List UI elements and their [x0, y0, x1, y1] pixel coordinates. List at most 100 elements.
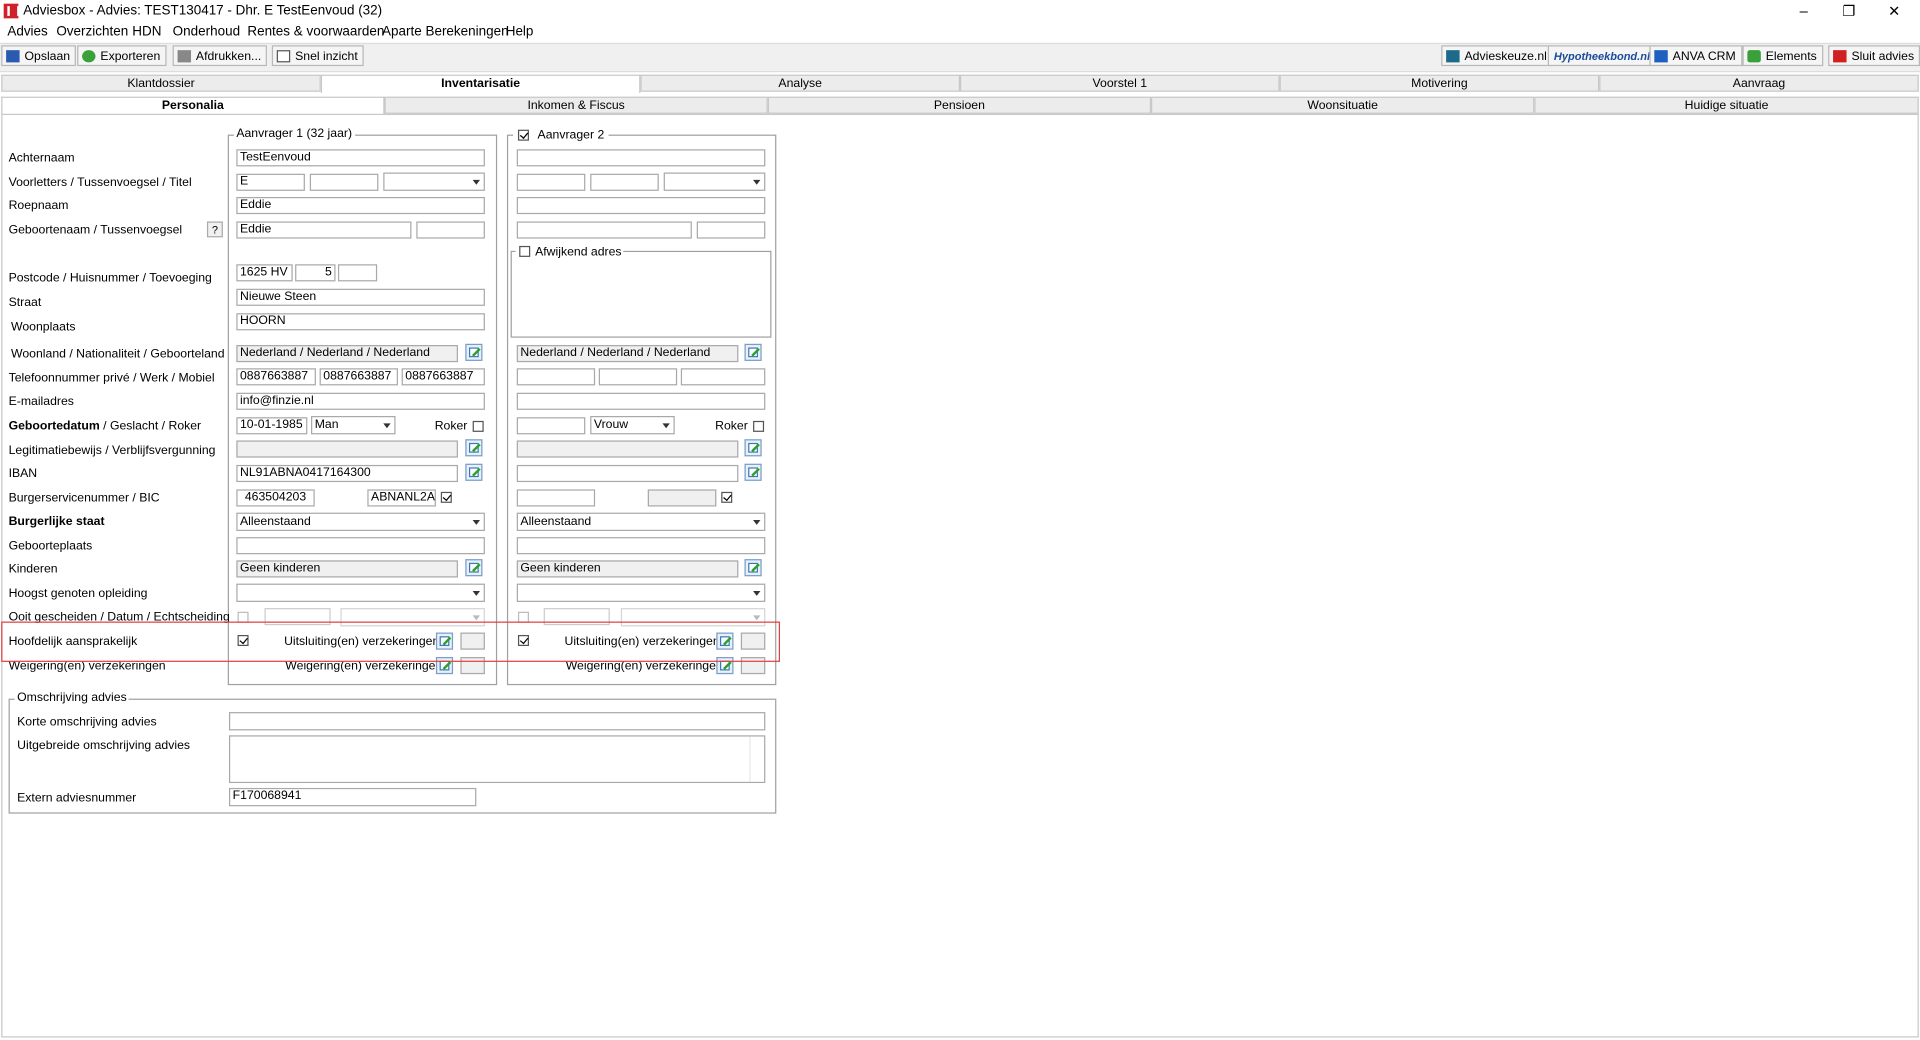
a1-iban-edit-icon[interactable]	[465, 463, 483, 481]
label-burgerlijke-staat: Burgerlijke staat	[8, 515, 105, 529]
menu-overzichten[interactable]: Overzichten	[56, 24, 128, 39]
a1-geboortedatum-input[interactable]: 10-01-1985	[236, 417, 308, 435]
a2-email-input[interactable]	[516, 392, 766, 410]
a1-opleiding-select[interactable]	[236, 583, 485, 602]
menu-advies[interactable]: Advies	[7, 24, 47, 39]
subtab-inkomen-fiscus[interactable]: Inkomen & Fiscus	[384, 96, 768, 114]
anva-crm-button[interactable]: ANVA CRM	[1649, 45, 1742, 67]
advieskeuze-button[interactable]: Advieskeuze.nl	[1441, 45, 1553, 67]
a2-geboortedatum-input[interactable]	[516, 417, 586, 435]
export-button[interactable]: Exporteren	[77, 45, 167, 67]
snel-inzicht-button[interactable]: Snel inzicht	[271, 45, 364, 67]
textarea-scrollbar[interactable]	[749, 736, 764, 782]
a1-straat-input[interactable]: Nieuwe Steen	[236, 288, 485, 306]
a2-tussenvoegsel-input[interactable]	[590, 173, 659, 191]
tab-inventarisatie[interactable]: Inventarisatie	[320, 74, 641, 93]
tab-analyse[interactable]: Analyse	[640, 74, 961, 92]
a2-tel-mobiel-input[interactable]	[680, 368, 766, 386]
restore-button[interactable]: ❐	[1831, 2, 1868, 19]
a1-roker-checkbox[interactable]	[472, 420, 484, 432]
korte-omschrijving-input[interactable]	[228, 712, 766, 731]
a1-geboortenaam-input[interactable]: Eddie	[236, 221, 412, 239]
a1-burgerlijke-staat-select[interactable]: Alleenstaand	[236, 512, 485, 531]
a1-kinderen-edit-icon[interactable]	[465, 559, 483, 577]
a1-iban-input[interactable]: NL91ABNA0417164300	[236, 464, 458, 483]
menu-rentes[interactable]: Rentes & voorwaarden	[247, 24, 384, 39]
a1-postcode-input[interactable]: 1625 HV	[236, 264, 293, 282]
a2-tel-werk-input[interactable]	[598, 368, 678, 386]
subtab-pensioen[interactable]: Pensioen	[767, 96, 1152, 114]
a2-iban-edit-icon[interactable]	[744, 463, 762, 481]
a1-geboorteplaats-input[interactable]	[236, 537, 485, 555]
a2-opleiding-select[interactable]	[516, 583, 766, 602]
a1-geslacht-select[interactable]: Man	[311, 415, 396, 435]
geboortenaam-help-button[interactable]: ?	[206, 221, 223, 238]
a2-kinderen-edit-icon[interactable]	[744, 559, 762, 577]
extern-adviesnummer-input[interactable]: F170068941	[228, 787, 477, 807]
a1-achternaam-input[interactable]: TestEenvoud	[236, 149, 485, 167]
elements-button[interactable]: Elements	[1742, 45, 1823, 67]
print-button[interactable]: Afdrukken...	[172, 45, 268, 67]
tab-motivering[interactable]: Motivering	[1279, 74, 1600, 92]
subtab-personalia[interactable]: Personalia	[1, 96, 385, 116]
a1-bic-input[interactable]: ABNANL2A	[367, 489, 436, 507]
a2-woonland-field: Nederland / Nederland / Nederland	[516, 345, 739, 363]
menu-onderhoud[interactable]: Onderhoud	[173, 24, 240, 39]
a2-legitimatie-edit-icon[interactable]	[744, 439, 762, 457]
aanvrager-2-checkbox[interactable]	[517, 129, 529, 141]
tab-voorstel-1[interactable]: Voorstel 1	[960, 74, 1280, 92]
a1-bsn-input[interactable]: 463504203	[236, 489, 315, 507]
a2-geboortenaam-input[interactable]	[516, 221, 692, 239]
a2-achternaam-input[interactable]	[516, 149, 766, 167]
a2-tel-prive-input[interactable]	[516, 368, 596, 386]
a1-legitimatie-edit-icon[interactable]	[465, 439, 483, 457]
anva-icon	[1654, 50, 1668, 63]
menu-aparte-berekeningen[interactable]: Aparte Berekeningen	[382, 24, 509, 39]
label-korte-omschrijving: Korte omschrijving advies	[17, 715, 157, 730]
a2-roepnaam-input[interactable]	[516, 196, 766, 215]
aanvrager-2-label: Aanvrager 2	[537, 128, 605, 142]
label-opleiding: Hoogst genoten opleiding	[8, 587, 148, 601]
a2-burgerlijke-staat-select[interactable]: Alleenstaand	[516, 512, 766, 531]
a2-geboorteplaats-input[interactable]	[516, 537, 766, 555]
tab-klantdossier[interactable]: Klantdossier	[1, 74, 321, 92]
hypotheekbond-button[interactable]: Hypotheekbond.nl	[1547, 45, 1657, 67]
a1-woonland-edit-icon[interactable]	[465, 343, 483, 361]
subtab-huidige-situatie[interactable]: Huidige situatie	[1534, 96, 1919, 114]
a1-geboortenaam-tussenvoegsel-input[interactable]	[416, 221, 485, 239]
a1-bic-checkbox[interactable]	[440, 491, 452, 503]
a1-tel-mobiel-input[interactable]: 0887663887	[401, 368, 485, 386]
a2-woonland-edit-icon[interactable]	[744, 343, 762, 361]
close-window-button[interactable]: ✕	[1876, 2, 1913, 19]
a1-toevoeging-input[interactable]	[337, 264, 378, 282]
a1-huisnummer-input[interactable]: 5	[295, 264, 336, 282]
a1-tussenvoegsel-input[interactable]	[309, 173, 379, 191]
menu-help[interactable]: Help	[506, 24, 534, 39]
afwijkend-adres-label: Afwijkend adres	[535, 245, 622, 260]
subtab-woonsituatie[interactable]: Woonsituatie	[1151, 96, 1535, 114]
a1-titel-select[interactable]	[383, 172, 485, 191]
a2-bsn-input[interactable]	[516, 489, 596, 507]
a2-iban-input[interactable]	[516, 464, 739, 483]
a1-roepnaam-input[interactable]: Eddie	[236, 196, 485, 215]
a1-voorletters-input[interactable]: E	[236, 173, 305, 191]
a2-roker-checkbox[interactable]	[753, 420, 765, 432]
menu-hdn[interactable]: HDN	[132, 24, 161, 39]
a2-titel-select[interactable]	[663, 172, 766, 191]
a2-geslacht-select[interactable]: Vrouw	[590, 415, 675, 435]
a1-woonplaats-input[interactable]: HOORN	[236, 313, 485, 331]
a2-bic-input[interactable]	[647, 489, 717, 507]
aanvrager-1-label: Aanvrager 1 (32 jaar)	[233, 127, 355, 141]
a1-tel-werk-input[interactable]: 0887663887	[319, 368, 398, 386]
minimize-button[interactable]: –	[1785, 2, 1822, 19]
sluit-advies-button[interactable]: Sluit advies	[1828, 45, 1920, 67]
a2-bic-checkbox[interactable]	[721, 491, 733, 503]
uitgebreide-omschrijving-textarea[interactable]	[228, 735, 766, 784]
a2-geboortenaam-tussenvoegsel-input[interactable]	[696, 221, 766, 239]
afwijkend-adres-checkbox[interactable]	[519, 245, 531, 257]
a1-email-input[interactable]: info@finzie.nl	[236, 392, 485, 410]
save-button[interactable]: Opslaan	[1, 45, 77, 67]
tab-aanvraag[interactable]: Aanvraag	[1599, 74, 1919, 92]
a2-voorletters-input[interactable]	[516, 173, 586, 191]
a1-tel-prive-input[interactable]: 0887663887	[236, 368, 316, 386]
